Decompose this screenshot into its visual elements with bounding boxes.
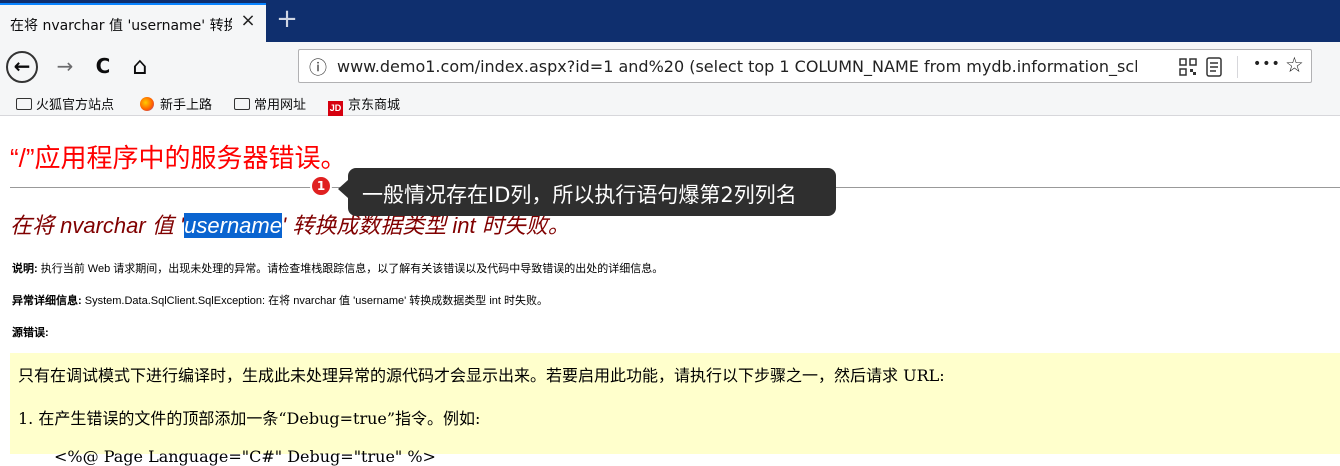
- tab-strip: 在将 nvarchar 值 'username' 转换 × +: [0, 0, 1340, 42]
- folder-icon: [234, 98, 250, 110]
- tab-close-icon[interactable]: ×: [238, 11, 258, 31]
- reload-icon: C: [95, 54, 111, 78]
- description-line: 说明: 执行当前 Web 请求期间，出现未处理的异常。请检查堆栈跟踪信息，以了解…: [12, 263, 664, 275]
- tab-title: 在将 nvarchar 值 'username' 转换: [10, 18, 232, 34]
- site-info-icon[interactable]: ⓘ: [309, 54, 327, 80]
- qr-code-icon[interactable]: [1179, 58, 1197, 76]
- forward-button[interactable]: →: [52, 50, 78, 82]
- source-error-label: 源错误:: [12, 327, 49, 339]
- callout-pointer: [338, 180, 348, 198]
- url-input[interactable]: www.demo1.com/index.aspx?id=1 and%20 (se…: [337, 57, 1137, 76]
- page-heading: “/”应用程序中的服务器错误。: [10, 143, 347, 173]
- bookmark-item[interactable]: JD 京东商城: [328, 94, 400, 116]
- annotation-callout: 一般情况存在ID列，所以执行语句爆第2列列名: [348, 168, 836, 216]
- jd-icon: JD: [328, 101, 343, 116]
- page-actions-menu-icon[interactable]: •••: [1253, 56, 1281, 72]
- new-tab-button[interactable]: +: [274, 6, 300, 32]
- bookmark-item[interactable]: 常用网址: [234, 94, 306, 113]
- folder-icon: [16, 98, 32, 110]
- box-line-2: 1. 在产生错误的文件的顶部添加一条“Debug=true”指令。例如:: [18, 409, 481, 428]
- nav-bar: ← → C ⌂ ⓘ www.demo1.com/index.aspx?id=1 …: [0, 42, 1340, 90]
- bookmarks-bar: 火狐官方站点 新手上路 常用网址 JD 京东商城: [0, 90, 1340, 116]
- url-bar[interactable]: ⓘ www.demo1.com/index.aspx?id=1 and%20 (…: [298, 49, 1312, 83]
- home-button[interactable]: ⌂: [126, 50, 154, 82]
- forward-arrow-icon: →: [56, 54, 74, 78]
- bookmark-item[interactable]: 火狐官方站点: [16, 94, 114, 113]
- box-line-1: 只有在调试模式下进行编译时，生成此未处理异常的源代码才会显示出来。若要启用此功能…: [18, 366, 945, 385]
- exception-details-line: 异常详细信息: System.Data.SqlClient.SqlExcepti…: [12, 295, 549, 307]
- back-button[interactable]: ←: [6, 51, 38, 83]
- bookmark-item[interactable]: 新手上路: [140, 94, 212, 113]
- url-bar-separator: [1237, 56, 1238, 78]
- page-content: “/”应用程序中的服务器错误。 在将 nvarchar 值 'username'…: [0, 116, 1340, 466]
- bookmark-star-icon[interactable]: ☆: [1285, 53, 1304, 77]
- reader-view-icon[interactable]: [1205, 57, 1223, 77]
- tab-active[interactable]: 在将 nvarchar 值 'username' 转换 ×: [0, 3, 266, 42]
- firefox-icon: [140, 97, 154, 111]
- selected-text[interactable]: username: [184, 213, 282, 238]
- source-error-box: 只有在调试模式下进行编译时，生成此未处理异常的源代码才会显示出来。若要启用此功能…: [10, 353, 1340, 466]
- home-icon: ⌂: [132, 52, 148, 80]
- annotation-badge: 1: [310, 175, 332, 197]
- reload-button[interactable]: C: [90, 50, 116, 82]
- annotation-text: 一般情况存在ID列，所以执行语句爆第2列列名: [362, 183, 797, 207]
- box-line-3: <%@ Page Language="C#" Debug="true" %>: [54, 447, 436, 466]
- back-arrow-icon: ←: [13, 54, 31, 78]
